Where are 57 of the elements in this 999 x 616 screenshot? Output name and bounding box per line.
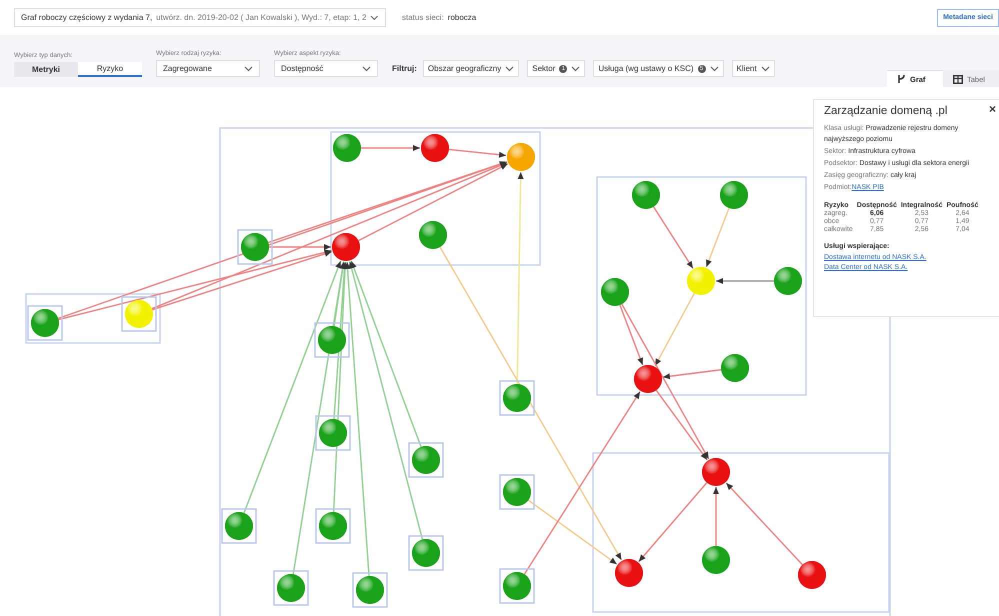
- risk-type-dropdown[interactable]: Zagregowane: [156, 60, 260, 77]
- graph-node[interactable]: [720, 181, 748, 209]
- chevron-icon: [710, 66, 719, 72]
- graph-node[interactable]: [798, 561, 826, 589]
- chevron-icon: [244, 66, 253, 72]
- data-type-toggle[interactable]: Metryki: [14, 62, 78, 77]
- close-button[interactable]: ×: [988, 104, 996, 114]
- graph-node[interactable]: [315, 415, 351, 451]
- graph-select[interactable]: Graf roboczy częściowy z wydania 7, utwórz. dn. 2019-20-02 ( Jan Kowalski ), Wyd.: 7, etap: 1, 2: [14, 8, 386, 27]
- chevron-icon: [370, 14, 379, 20]
- graph-node[interactable]: [352, 572, 388, 608]
- graph-node[interactable]: [121, 296, 157, 332]
- edge-arrow: [361, 145, 420, 151]
- graph-node[interactable]: [421, 134, 449, 162]
- edge-arrow: [716, 278, 774, 284]
- filter-dropdown[interactable]: Obszar geograficzny: [422, 60, 520, 77]
- status-value: robocza: [448, 13, 476, 22]
- edge-arrow: [652, 206, 694, 269]
- graph-node[interactable]: [632, 181, 660, 209]
- graph-node[interactable]: [408, 442, 444, 478]
- graph-node[interactable]: [221, 508, 257, 544]
- chevron-icon: [362, 66, 371, 72]
- filter-label: Filtruj:: [392, 64, 417, 73]
- filter-dropdown[interactable]: Klient: [732, 60, 775, 77]
- graph-node[interactable]: [499, 568, 535, 604]
- graph-node[interactable]: [408, 535, 444, 571]
- graph-node[interactable]: [314, 322, 350, 358]
- graph-node[interactable]: [332, 233, 360, 261]
- chevron-icon: [760, 66, 770, 72]
- edge-arrow: [448, 148, 506, 158]
- graph-node[interactable]: [507, 143, 535, 171]
- graph-node[interactable]: [702, 458, 730, 486]
- graph-node[interactable]: [615, 559, 643, 587]
- graph-node[interactable]: [687, 267, 715, 295]
- branch-icon: [897, 74, 906, 84]
- graph-node[interactable]: [499, 380, 535, 416]
- panel-title: Zarządzanie domeną .pl: [824, 105, 948, 117]
- graph-node[interactable]: [499, 474, 535, 510]
- graph-node[interactable]: [237, 229, 273, 265]
- graph-node[interactable]: [774, 267, 802, 295]
- graph-node[interactable]: [315, 508, 351, 544]
- graph-node[interactable]: [273, 570, 309, 606]
- graph-node[interactable]: [702, 546, 730, 574]
- data-type-toggle[interactable]: Ryzyko: [78, 62, 142, 77]
- edge-arrow: [713, 487, 719, 546]
- graph-node[interactable]: [333, 134, 361, 162]
- graph-node[interactable]: [27, 305, 63, 341]
- edge-arrow: [706, 208, 730, 268]
- graph-node[interactable]: [634, 365, 662, 393]
- table-icon: [953, 74, 963, 84]
- risk-aspect-dropdown[interactable]: Dostępność: [274, 60, 378, 77]
- graph-node[interactable]: [419, 221, 447, 249]
- chevron-icon: [505, 66, 514, 72]
- graph-node[interactable]: [601, 278, 629, 306]
- graph-node[interactable]: [721, 354, 749, 382]
- chevron-icon: [571, 66, 580, 72]
- status-label: status sieci:: [402, 13, 444, 22]
